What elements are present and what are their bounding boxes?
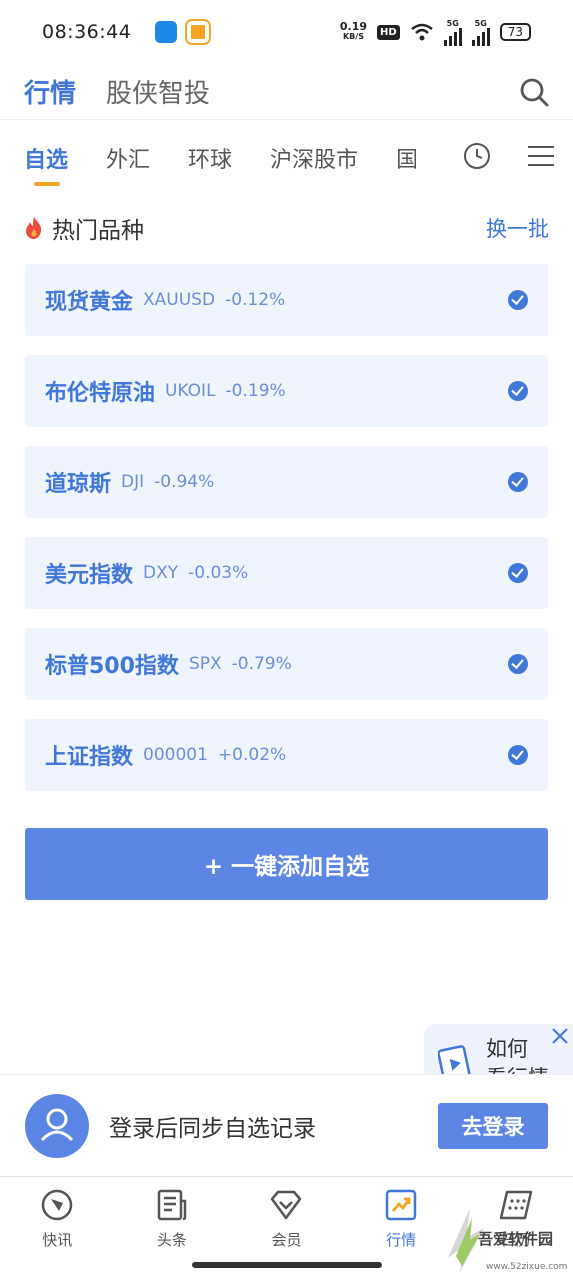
tab-watchlist[interactable]: 自选 <box>24 142 68 186</box>
check-icon[interactable] <box>508 290 528 310</box>
item-name: 美元指数 <box>45 563 134 588</box>
item-code: DJI <box>121 472 145 492</box>
status-indicators: 0.19 KB/S HD 5G 5G 73 <box>340 19 531 46</box>
item-code: XAUUSD <box>143 290 216 310</box>
diamond-icon <box>271 1190 302 1220</box>
item-code: SPX <box>188 654 222 674</box>
item-change: -0.79% <box>231 654 292 674</box>
list-item[interactable]: 现货黄金 XAUUSD -0.12% <box>25 264 548 336</box>
trend-chart-icon <box>385 1189 417 1221</box>
item-code: UKOIL <box>165 381 216 401</box>
watermark-text: 吾爱软件园 <box>478 1230 554 1248</box>
net-speed: 0.19 KB/S <box>339 20 368 41</box>
item-code: 000001 <box>143 745 208 765</box>
signal-icon <box>471 27 490 46</box>
check-icon[interactable] <box>508 563 528 583</box>
item-name: 上证指数 <box>45 745 134 770</box>
close-icon[interactable] <box>550 1026 570 1046</box>
section-title: 热门品种 <box>52 218 144 244</box>
category-nav: 自选 外汇 环球 沪深股市 国 <box>0 126 573 190</box>
status-app-icons <box>155 19 212 45</box>
tab-a-shares[interactable]: 沪深股市 <box>270 142 358 174</box>
login-message: 登录后同步自选记录 <box>109 1115 316 1142</box>
top-tab-market[interactable]: 行情 <box>24 73 76 110</box>
user-icon <box>40 1108 74 1141</box>
item-name: 现货黄金 <box>45 290 134 315</box>
notification-app-icon <box>155 21 178 43</box>
item-change: -0.12% <box>225 290 286 310</box>
newspaper-icon <box>157 1189 187 1221</box>
add-all-to-watchlist-button[interactable]: + 一键添加自选 <box>25 828 548 900</box>
list-item[interactable]: 美元指数 DXY -0.03% <box>25 537 548 609</box>
list-item[interactable]: 布伦特原油 UKOIL -0.19% <box>25 355 548 427</box>
compass-icon <box>42 1189 73 1221</box>
status-time: 08:36:44 <box>42 21 132 43</box>
tab-global[interactable]: 环球 <box>188 142 232 174</box>
tab-forex[interactable]: 外汇 <box>106 142 150 174</box>
hot-items-list: 现货黄金 XAUUSD -0.12% 布伦特原油 UKOIL -0.19% 道琼… <box>25 264 548 810</box>
check-icon[interactable] <box>508 654 528 674</box>
item-name: 标普500指数 <box>45 654 179 679</box>
login-button[interactable]: 去登录 <box>438 1102 548 1149</box>
list-item[interactable]: 标普500指数 SPX -0.79% <box>25 628 548 700</box>
fire-icon <box>26 217 42 239</box>
item-code: DXY <box>143 563 179 583</box>
search-icon[interactable] <box>519 77 549 107</box>
watermark-url: www.52zixue.com <box>486 1262 568 1272</box>
check-icon[interactable] <box>508 745 528 765</box>
status-bar: 08:36:44 0.19 KB/S HD 5G 5G 73 <box>0 0 573 64</box>
item-change: -0.94% <box>154 472 215 492</box>
list-item[interactable]: 上证指数 000001 +0.02% <box>25 719 548 791</box>
refresh-batch-button[interactable]: 换一批 <box>486 213 549 243</box>
signal-1: 5G <box>443 19 462 46</box>
item-name: 布伦特原油 <box>45 381 156 406</box>
tab-more-clipped[interactable]: 国 <box>396 142 416 174</box>
item-change: -0.03% <box>188 563 249 583</box>
category-tools <box>451 142 555 170</box>
signal-2: 5G <box>471 19 490 46</box>
hd-icon: HD <box>377 24 400 40</box>
item-name: 道琼斯 <box>45 472 112 497</box>
notification-wallet-icon <box>185 19 212 45</box>
history-clock-icon[interactable] <box>463 142 491 170</box>
battery-icon: 73 <box>499 23 531 41</box>
login-bar: 登录后同步自选记录 去登录 <box>0 1074 573 1176</box>
check-icon[interactable] <box>508 472 528 492</box>
hot-items-header: 热门品种 换一批 <box>24 210 549 246</box>
wifi-icon <box>410 23 433 41</box>
item-change: +0.02% <box>217 745 287 765</box>
avatar <box>25 1093 89 1158</box>
list-item[interactable]: 道琼斯 DJI -0.94% <box>25 446 548 518</box>
item-change: -0.19% <box>225 381 286 401</box>
check-icon[interactable] <box>508 381 528 401</box>
menu-icon[interactable] <box>527 144 555 168</box>
signal-icon <box>443 27 462 46</box>
top-nav: 行情 股侠智投 <box>0 64 573 120</box>
top-tab-smart-invest[interactable]: 股侠智投 <box>106 73 210 110</box>
tab-flash-news[interactable]: 快讯 <box>0 1177 115 1280</box>
home-indicator[interactable] <box>192 1262 382 1268</box>
